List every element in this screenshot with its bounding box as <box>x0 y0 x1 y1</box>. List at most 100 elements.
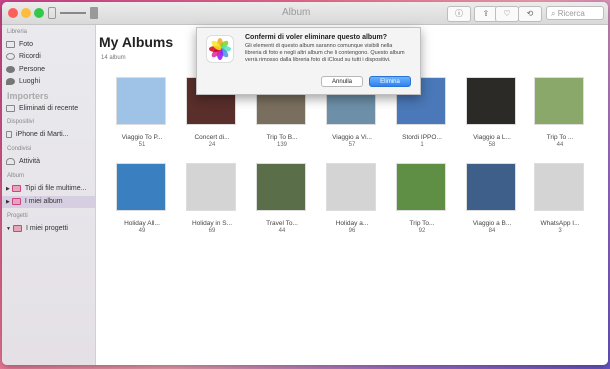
album-name: Trip To ... <box>546 134 574 141</box>
section-libreria: Libreria <box>7 29 28 35</box>
confirm-delete-dialog: Confermi di voler eliminare questo album… <box>196 27 421 95</box>
section-progetti: Progetti <box>7 213 28 219</box>
album-photo-count: 58 <box>488 142 496 148</box>
album-photo-count: 44 <box>278 228 286 234</box>
trash-icon <box>6 104 15 112</box>
album-thumbnail[interactable] <box>256 163 306 211</box>
album-tile[interactable]: Holiday in S... 69 <box>186 163 238 234</box>
album-tile[interactable]: Travel To... 44 <box>256 163 308 234</box>
album-name: Travel To... <box>266 220 298 227</box>
album-name: WhatsApp I... <box>540 220 580 227</box>
sidebar-item-ricordi[interactable]: Ricordi <box>6 51 41 62</box>
album-photo-count: 49 <box>138 228 146 234</box>
album-photo-count: 92 <box>418 228 426 234</box>
album-name: Viaggio a B... <box>472 220 512 227</box>
album-name: Stordi IPPO... <box>402 134 442 141</box>
album-thumbnail[interactable] <box>466 163 516 211</box>
disclosure-right-icon: ▶ <box>6 199 10 205</box>
titlebar: Album ⓘ ⇪ ♡ ⟲ ⌕ Ricerca <box>2 2 608 25</box>
album-thumbnail[interactable] <box>116 163 166 211</box>
sidebar-item-eliminati[interactable]: Eliminati di recente <box>6 103 78 114</box>
sidebar-item-iphone[interactable]: iPhone di Marti... <box>6 129 69 140</box>
photos-icon <box>6 40 15 48</box>
album-tile[interactable]: Trip To ... 44 <box>534 77 586 148</box>
disclosure-right-icon: ▶ <box>6 186 10 192</box>
album-tile[interactable]: Viaggio a B... 84 <box>466 163 518 234</box>
album-thumbnail[interactable] <box>534 77 584 125</box>
memories-icon <box>6 52 15 60</box>
zoom-icon[interactable] <box>34 8 44 18</box>
sidebar: Libreria Foto Ricordi Persone Luoghi Imp… <box>2 25 96 365</box>
album-name: Holiday All... <box>124 220 160 227</box>
album-thumbnail[interactable] <box>116 77 166 125</box>
album-name: Viaggio a Vi... <box>332 134 372 141</box>
section-album: Album <box>7 173 25 179</box>
album-thumbnail[interactable] <box>186 163 236 211</box>
cancel-button[interactable]: Annulla <box>321 76 363 87</box>
album-photo-count: 44 <box>556 142 564 148</box>
album-count: 14 album <box>101 55 126 61</box>
album-photo-count: 139 <box>276 142 287 148</box>
album-name: Trip To B... <box>266 134 298 141</box>
section-condivisi: Condivisi <box>7 146 32 152</box>
sidebar-item-luoghi[interactable]: Luoghi <box>6 76 40 87</box>
dialog-title: Confermi di voler eliminare questo album… <box>245 34 387 41</box>
section-dispositivi: Dispositivi <box>7 119 35 125</box>
photos-window: Album ⓘ ⇪ ♡ ⟲ ⌕ Ricerca Libreria Foto Ri… <box>2 2 608 365</box>
pin-icon <box>6 77 15 85</box>
album-name: Holiday in S... <box>191 220 233 227</box>
album-tile[interactable]: Holiday a... 96 <box>326 163 378 234</box>
album-tile[interactable]: Viaggio To P... 51 <box>116 77 168 148</box>
sidebar-item-tipi-file[interactable]: ▶ Tipi di file multime... <box>6 183 86 194</box>
album-tile[interactable]: WhatsApp I... 3 <box>534 163 586 234</box>
page-title: My Albums <box>99 34 174 50</box>
window-title: Album <box>282 7 311 18</box>
dialog-message: Gli elementi di questo album saranno com… <box>245 43 405 63</box>
album-photo-count: 51 <box>138 142 146 148</box>
photos-app-icon <box>206 35 234 63</box>
rotate-button[interactable]: ⟲ <box>518 6 542 22</box>
close-icon[interactable] <box>8 8 18 18</box>
delete-button[interactable]: Elimina <box>369 76 411 87</box>
album-photo-count: 96 <box>348 228 356 234</box>
album-thumbnail[interactable] <box>466 77 516 125</box>
minimize-icon[interactable] <box>21 8 31 18</box>
album-name: Viaggio To P... <box>121 134 163 141</box>
folder-icon <box>12 224 22 232</box>
sidebar-item-foto[interactable]: Foto <box>6 39 33 50</box>
album-photo-count: 69 <box>208 228 216 234</box>
album-thumbnail[interactable] <box>396 163 446 211</box>
folder-icon <box>11 184 21 192</box>
favorite-button[interactable]: ♡ <box>495 6 519 22</box>
album-name: Holiday a... <box>335 220 369 227</box>
cloud-icon <box>6 157 15 165</box>
info-button[interactable]: ⓘ <box>447 6 471 22</box>
album-photo-count: 24 <box>208 142 216 148</box>
album-name: Concert di... <box>194 134 230 141</box>
iphone-icon <box>6 130 12 138</box>
search-input[interactable]: ⌕ Ricerca <box>546 6 604 20</box>
folder-icon <box>11 197 21 205</box>
album-tile[interactable]: Viaggio a L... 58 <box>466 77 518 148</box>
album-tile[interactable]: Trip To... 92 <box>396 163 448 234</box>
sidebar-item-attivita[interactable]: Attività <box>6 156 40 167</box>
sidebar-toggle-icon[interactable] <box>48 7 56 19</box>
album-name: Trip To... <box>409 220 435 227</box>
album-thumbnail[interactable] <box>534 163 584 211</box>
album-photo-count: 84 <box>488 228 496 234</box>
album-photo-count: 1 <box>420 142 424 148</box>
sidebar-item-miei-album[interactable]: ▶ I miei album <box>6 196 63 207</box>
album-photo-count: 3 <box>558 228 562 234</box>
disclosure-down-icon: ▼ <box>6 226 11 232</box>
sidebar-item-persone[interactable]: Persone <box>6 64 45 75</box>
zoom-slider[interactable] <box>60 12 86 14</box>
importers-label: Importers <box>7 91 49 101</box>
sidebar-item-progetti[interactable]: ▼ I miei progetti <box>6 223 68 234</box>
people-icon <box>6 65 15 73</box>
photo-icon <box>90 7 98 19</box>
album-tile[interactable]: Holiday All... 49 <box>116 163 168 234</box>
album-thumbnail[interactable] <box>326 163 376 211</box>
search-icon: ⌕ <box>551 9 558 18</box>
album-photo-count: 57 <box>348 142 356 148</box>
album-name: Viaggio a L... <box>473 134 511 141</box>
